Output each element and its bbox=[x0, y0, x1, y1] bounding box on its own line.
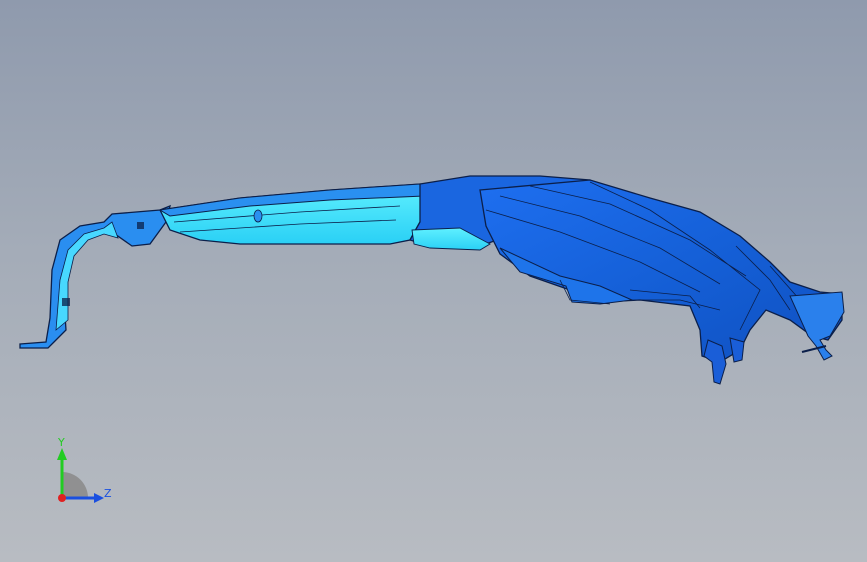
triad-plane-icon bbox=[62, 472, 88, 498]
x-axis-icon bbox=[58, 494, 66, 502]
y-axis-label: Y bbox=[57, 436, 65, 449]
z-axis-label: Z bbox=[104, 487, 112, 500]
mount-tab bbox=[729, 337, 745, 363]
z-arrow-icon bbox=[94, 493, 104, 503]
beam-slot bbox=[253, 209, 263, 223]
graphics-viewport[interactable]: Y Z bbox=[0, 0, 867, 562]
bracket-hole bbox=[62, 298, 70, 306]
orientation-triad: Y Z bbox=[57, 436, 112, 503]
left-bracket bbox=[19, 204, 171, 349]
bracket-hole bbox=[137, 222, 144, 229]
cad-part-model[interactable] bbox=[0, 0, 867, 562]
y-arrow-icon bbox=[57, 448, 67, 460]
